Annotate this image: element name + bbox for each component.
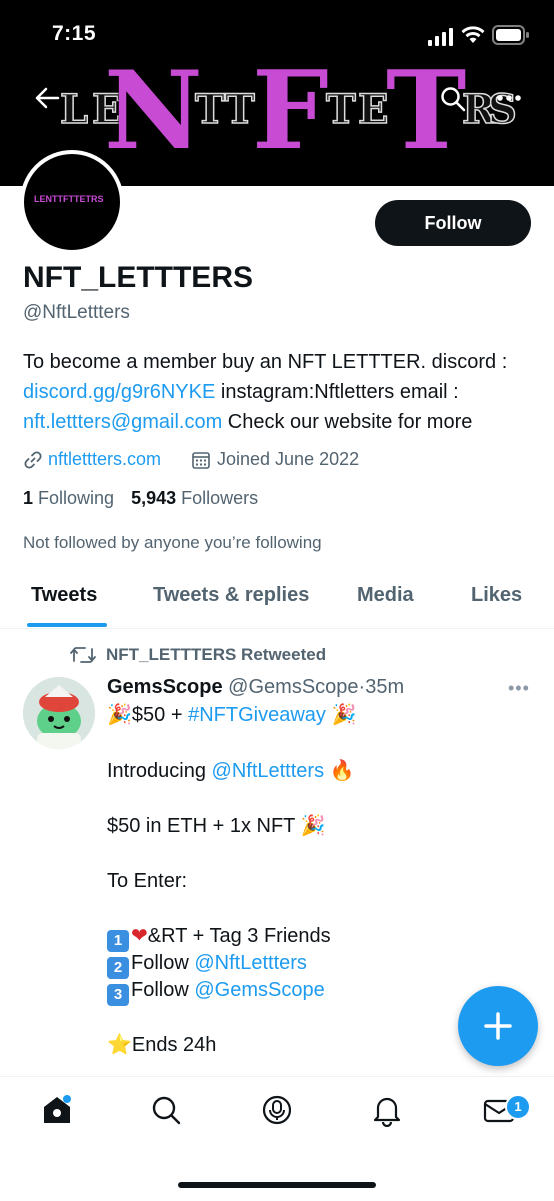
tweet-text: Follow [131,952,195,974]
star-emoji: ⭐ [107,1034,132,1056]
link-icon [23,450,43,470]
retweeted-by-text: NFT_LETTTERS Retweeted [106,645,327,664]
messages-badge: 1 [505,1094,531,1120]
compose-tweet-button[interactable] [458,986,538,1066]
spaces-microphone-icon[interactable] [260,1093,294,1132]
discord-link[interactable]: discord.gg/g9r6NYKE [23,381,215,403]
more-options-icon[interactable] [496,90,522,111]
tweet-author-handle[interactable]: @GemsScope [228,676,358,698]
keycap-three-emoji: 3 [107,984,129,1006]
tweet-line: $50 in ETH + 1x NFT 🎉 [107,812,326,840]
avatar-logo-text: LENTTFTTETRS [34,194,104,204]
notifications-bell-icon[interactable] [370,1093,404,1132]
banner-letter: T [224,85,255,134]
tweet-author-name[interactable]: GemsScope [107,676,223,698]
following-label: Following [38,488,115,508]
tweet-line: 1 ❤&RT + Tag 3 Friends [107,922,331,952]
banner-letter: T [325,85,356,134]
active-tab-indicator [27,623,107,627]
explore-search-icon[interactable] [149,1093,183,1132]
fire-emoji: 🔥 [329,760,355,782]
battery-icon [492,25,530,50]
cellular-signal-icon [428,28,454,51]
website-link[interactable]: nftlettters.com [48,449,161,470]
tweet-text: Ends 24h [131,1034,217,1056]
home-icon[interactable] [40,1093,74,1132]
search-icon[interactable] [440,86,466,117]
tweet-text: &RT + Tag 3 Friends [147,925,331,947]
followers-link[interactable]: 5,943 Followers [131,488,258,508]
mention-link[interactable]: @NftLettters [194,952,307,974]
profile-tabs: Tweets Tweets & replies Media Likes [0,570,554,629]
tweet-header: GemsScope @GemsScope·35m [107,676,404,699]
tweet-text: $50 in ETH + 1x NFT [107,815,296,837]
following-count: 1 [23,488,34,508]
status-time: 7:15 [52,22,97,45]
retweet-icon [70,645,96,665]
tweet-line: 3 Follow @GemsScope [107,976,325,1006]
tweet-text: Follow [131,979,195,1001]
banner-letter: L [59,85,89,134]
calendar-icon [191,450,211,470]
tweet-line: Introducing @NftLettters 🔥 [107,757,355,785]
banner-letter: F [252,48,329,174]
bio-text: instagram:Nftletters email : [215,381,459,403]
tweet-text: $50 + [131,704,189,726]
tweet-more-icon[interactable]: ••• [508,678,530,699]
party-popper-emoji: 🎉 [331,704,357,726]
bio-text: Check our website for more [222,411,473,433]
profile-name: NFT_LETTTERS [23,261,253,294]
tab-tweets-replies[interactable]: Tweets & replies [153,584,309,607]
tweet-time[interactable]: 35m [365,676,404,698]
back-arrow-icon[interactable] [34,86,60,115]
profile-bio: To become a member buy an NFT LETTTER. d… [23,347,543,437]
hashtag-link[interactable]: #NFTGiveaway [188,704,326,726]
mention-link[interactable]: @GemsScope [194,979,324,1001]
tweet-line: ⭐Ends 24h [107,1031,216,1059]
joined-row: Joined June 2022 [191,449,359,470]
banner-letter: E [357,85,389,134]
banner-letter: T [194,85,225,134]
tweet-author-avatar[interactable] [23,677,95,749]
website-row[interactable]: nftlettters.com [23,449,161,470]
status-bar: 7:15 [0,0,554,60]
follow-button[interactable]: Follow [375,200,531,246]
tweet-line: To Enter: [107,870,188,892]
profile-handle: @NftLettters [23,302,130,323]
banner-letter: N [104,48,203,174]
tweet-line: 2 Follow @NftLettters [107,949,307,979]
home-indicator[interactable] [178,1182,376,1188]
tweet-text: Introducing [107,760,212,782]
email-link[interactable]: nft.lettters@gmail.com [23,411,222,433]
profile-avatar[interactable]: LENTTFTTETRS [20,150,124,254]
tab-tweets[interactable]: Tweets [31,584,97,607]
mutual-followers-note: Not followed by anyone you’re following [23,533,322,552]
banner-artwork: L E N T T F T E T R S [0,48,554,174]
followers-label: Followers [181,488,259,508]
tab-likes[interactable]: Likes [471,584,522,607]
followers-count: 5,943 [131,488,177,508]
joined-date: Joined June 2022 [217,449,360,469]
tweet-line: 🎉$50 + #NFTGiveaway 🎉 [107,701,356,729]
party-popper-emoji: 🎉 [107,704,132,726]
follow-counts: 1 Following 5,943 Followers [23,488,258,509]
party-popper-emoji: 🎉 [300,815,326,837]
gemsscope-avatar-art [23,677,95,749]
bio-text: To become a member buy an NFT LETTTER. d… [23,351,508,373]
tab-media[interactable]: Media [357,584,414,607]
retweet-context[interactable]: NFT_LETTTERS Retweeted [70,645,326,665]
plus-icon [484,1012,512,1040]
heart-emoji: ❤ [131,925,148,947]
following-link[interactable]: 1 Following [23,488,114,508]
wifi-icon [461,24,485,49]
mention-link[interactable]: @NftLettters [212,760,325,782]
